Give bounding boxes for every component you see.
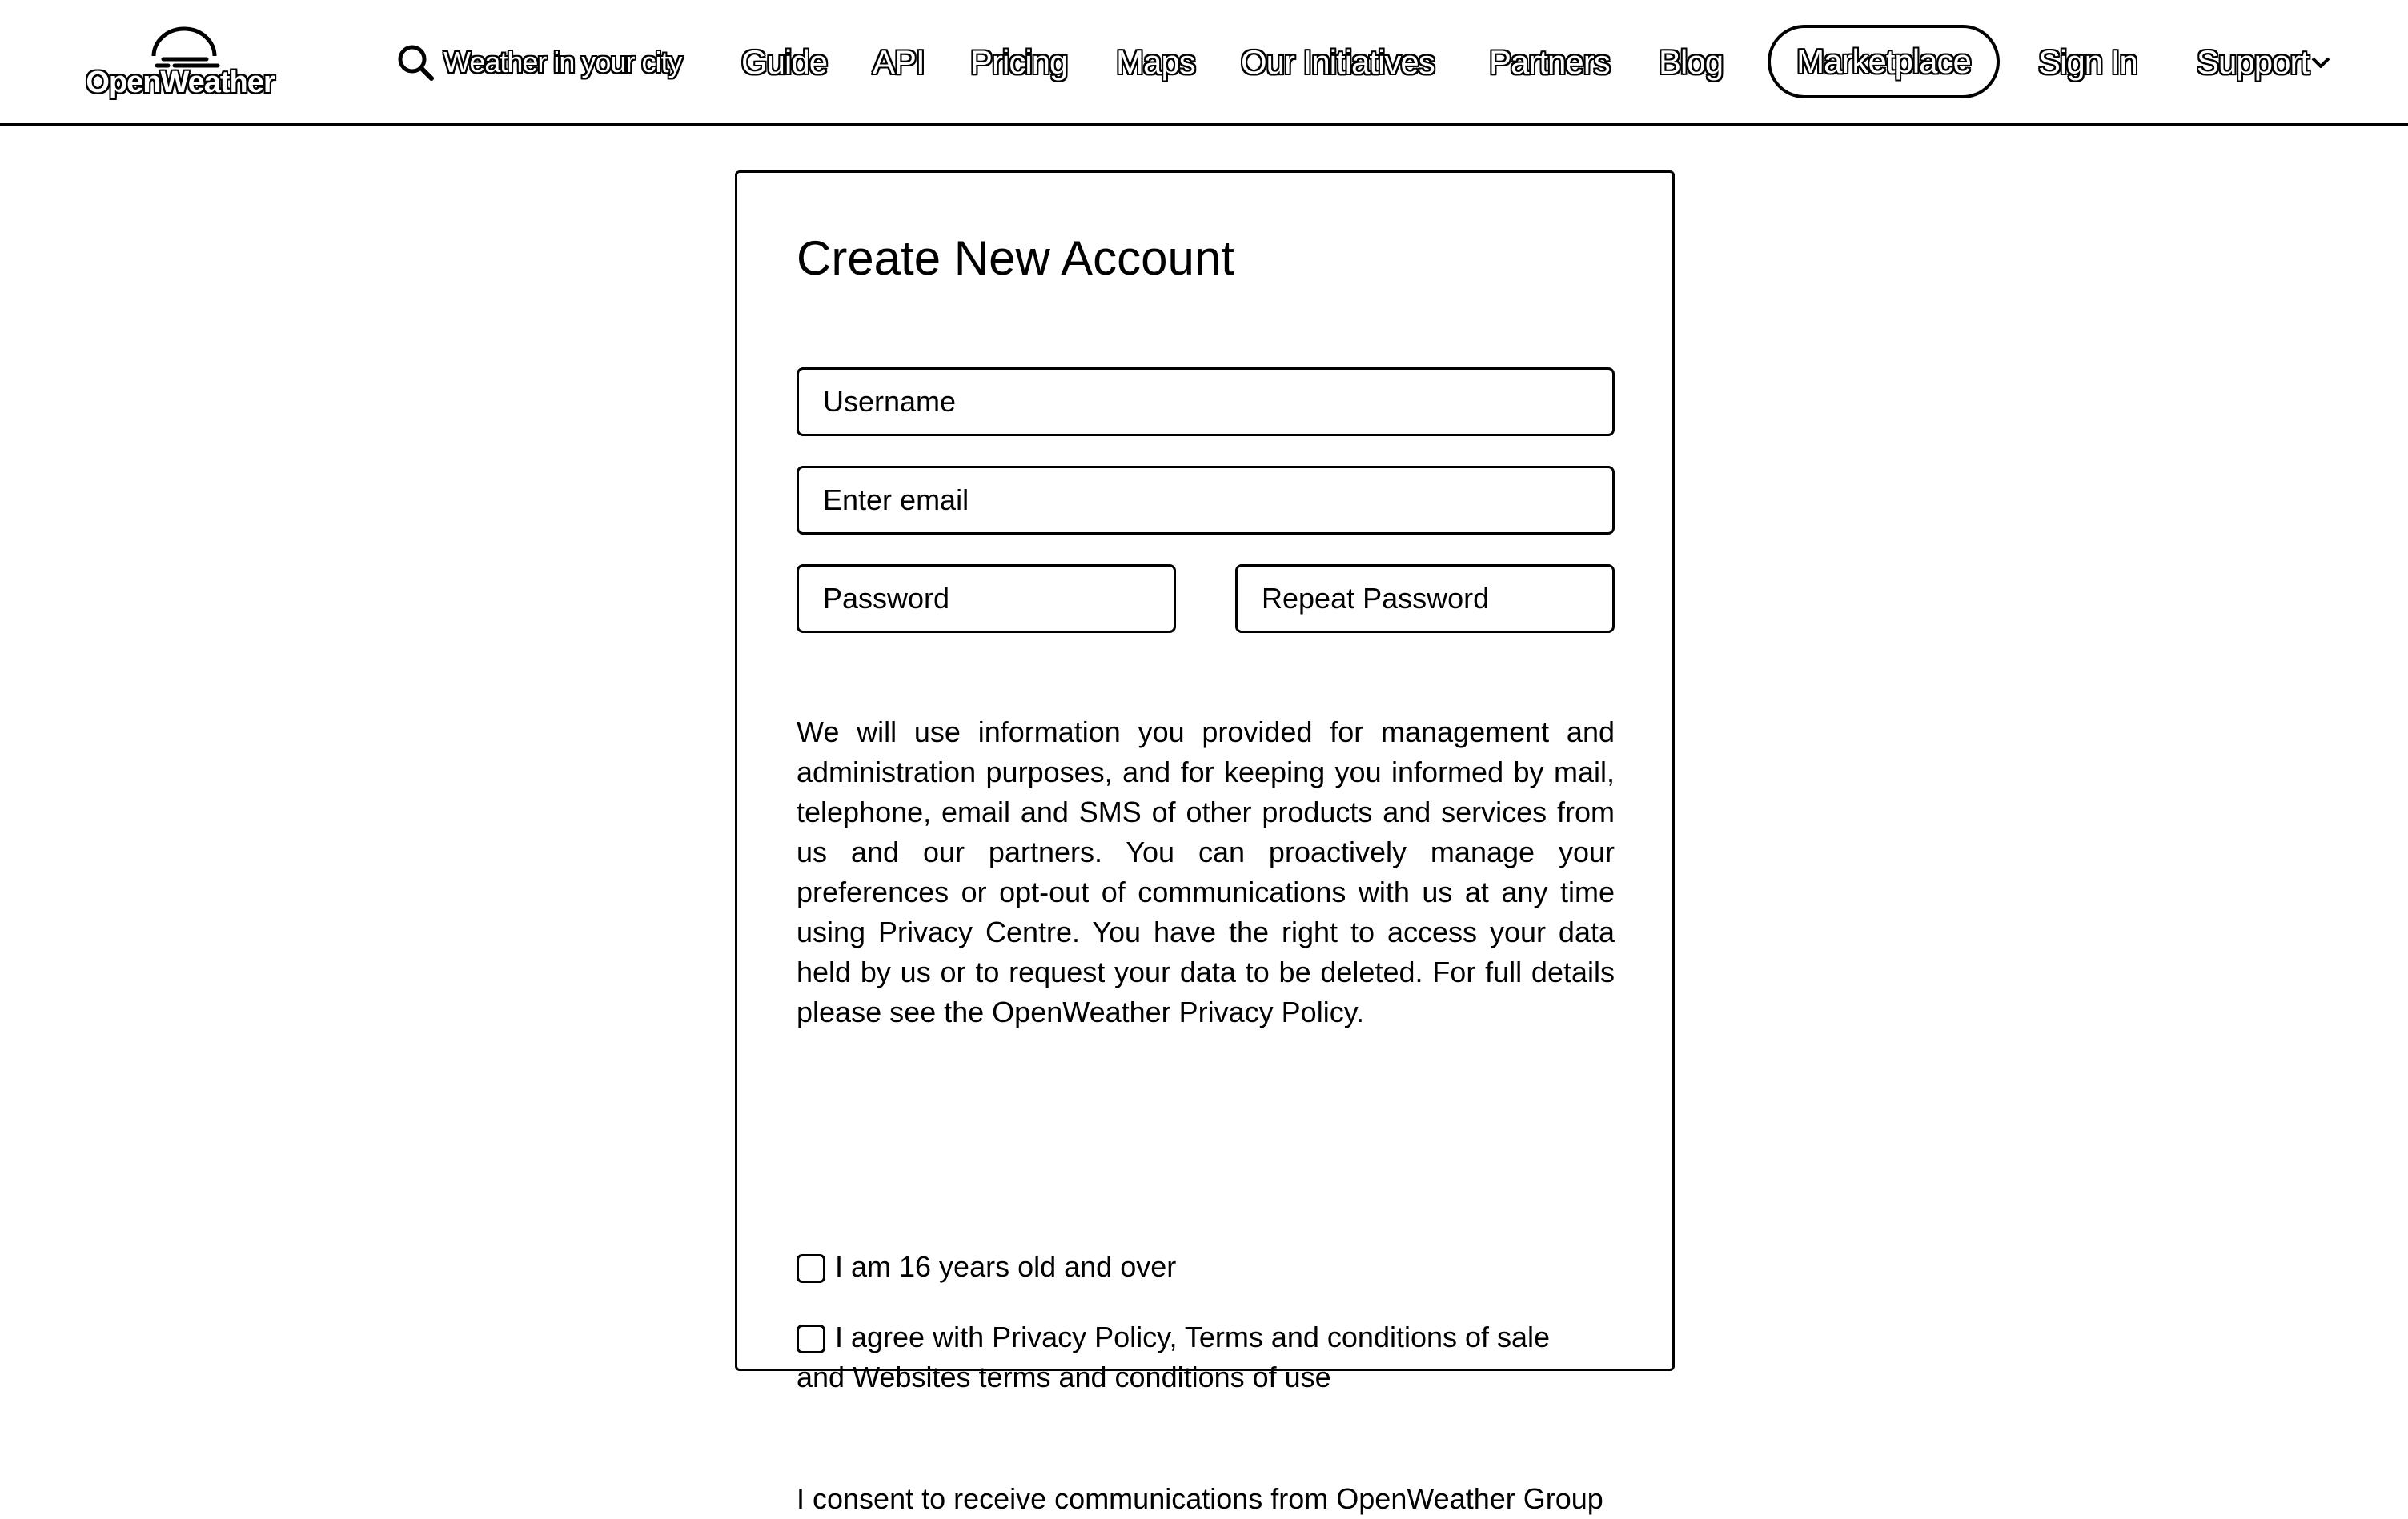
privacy-info-text: We will use information you provided for… xyxy=(797,715,1615,1028)
nav-marketplace-label: Marketplace xyxy=(1796,42,1972,80)
email-input[interactable] xyxy=(797,466,1615,535)
age-checkbox-label: I am 16 years old and over xyxy=(835,1250,1177,1283)
age-confirmation-row: I am 16 years old and over xyxy=(797,1247,1565,1287)
create-account-card: Create New Account We will use informati… xyxy=(735,170,1675,1515)
password-input[interactable] xyxy=(797,564,1176,633)
nav-pricing[interactable]: Pricing xyxy=(970,43,1068,82)
terms-agreement-row: I agree with Privacy Policy, Terms and c… xyxy=(797,1317,1565,1397)
nav-blog[interactable]: Blog xyxy=(1659,43,1724,82)
terms-checkbox-label: I agree with Privacy Policy, Terms and c… xyxy=(797,1321,1551,1393)
repeat-password-input[interactable] xyxy=(1235,564,1615,633)
logo-text: OpenWeather xyxy=(85,65,275,100)
terms-checkbox[interactable] xyxy=(797,1325,825,1353)
nav-sign-in[interactable]: Sign In xyxy=(2038,43,2138,82)
nav-partners[interactable]: Partners xyxy=(1489,43,1611,82)
search-label: Weather in your city xyxy=(443,46,682,78)
nav-support-label: Support xyxy=(2197,43,2310,81)
nav-maps[interactable]: Maps xyxy=(1116,43,1196,82)
age-checkbox[interactable] xyxy=(797,1254,825,1283)
nav-api[interactable]: API xyxy=(873,43,925,82)
weather-city-search[interactable]: Weather in your city xyxy=(395,40,682,85)
nav-support-dropdown[interactable]: Support xyxy=(2197,40,2331,85)
page-title: Create New Account xyxy=(797,231,1234,285)
top-navigation-bar: OpenWeather Weather in your city Guide A… xyxy=(0,0,2408,126)
username-input[interactable] xyxy=(797,367,1615,436)
search-icon xyxy=(398,45,434,81)
nav-our-initiatives[interactable]: Our Initiatives xyxy=(1241,43,1435,82)
openweather-logo[interactable]: OpenWeather xyxy=(80,14,280,109)
communications-consent-text: I consent to receive communications from… xyxy=(797,1482,1603,1515)
nav-guide[interactable]: Guide xyxy=(741,43,828,82)
openweather-logo-icon xyxy=(151,26,220,68)
chevron-down-icon xyxy=(2311,57,2330,68)
nav-marketplace-button[interactable]: Marketplace xyxy=(1768,25,2000,98)
